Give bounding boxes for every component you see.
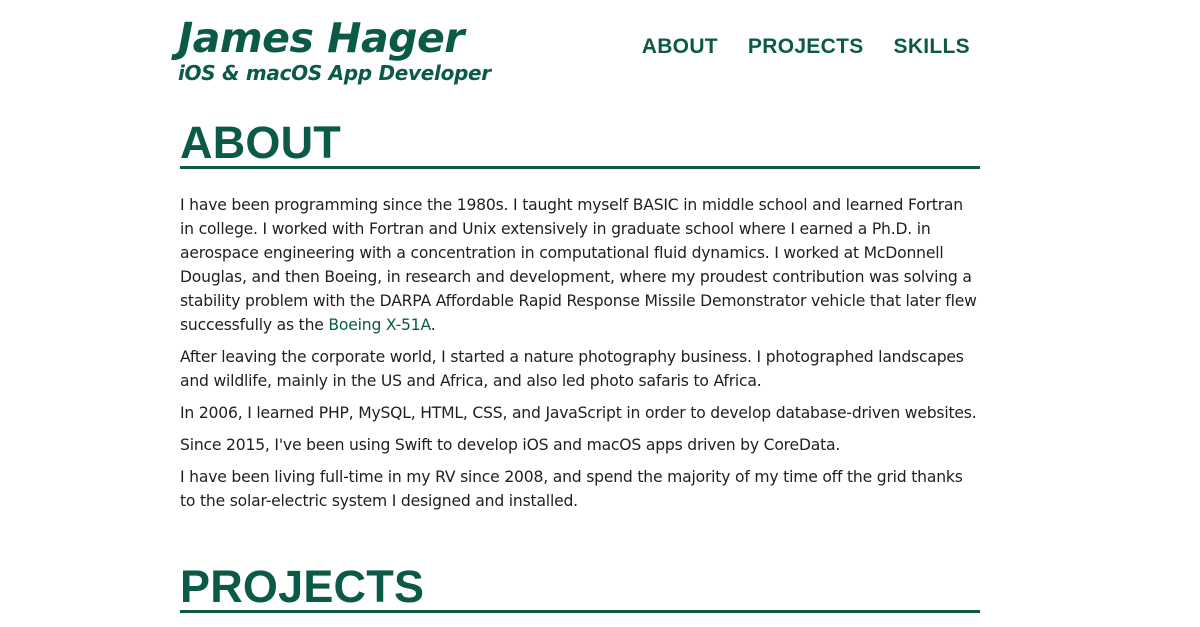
projects-heading: PROJECTS (180, 564, 980, 613)
about-body: I have been programming since the 1980s.… (180, 193, 980, 513)
about-paragraph-swift: Since 2015, I've been using Swift to dev… (180, 436, 841, 454)
nav-link-projects[interactable]: PROJECTS (748, 34, 864, 60)
site-tagline: iOS & macOS App Developer (178, 61, 491, 85)
about-paragraph-career-text: I have been programming since the 1980s.… (180, 196, 977, 334)
site-owner-name[interactable]: James Hager (178, 14, 464, 62)
about-heading: ABOUT (180, 120, 980, 169)
about-paragraph-career: I have been programming since the 1980s.… (180, 193, 980, 337)
nav-link-about[interactable]: ABOUT (642, 34, 718, 60)
about-section: ABOUT I have been programming since the … (180, 120, 980, 521)
about-paragraph-rv: I have been living full-time in my RV si… (180, 468, 963, 510)
about-paragraph-career-end: . (430, 316, 436, 334)
about-paragraph-web: In 2006, I learned PHP, MySQL, HTML, CSS… (180, 404, 977, 422)
nav-link-skills[interactable]: SKILLS (894, 34, 970, 60)
boeing-x51a-link[interactable]: Boeing X-51A (328, 316, 430, 334)
projects-section: PROJECTS (180, 564, 980, 613)
about-paragraph-photography: After leaving the corporate world, I sta… (180, 348, 964, 390)
site-header: James Hager iOS & macOS App Developer AB… (178, 14, 978, 94)
main-nav: ABOUT PROJECTS SKILLS (642, 34, 970, 60)
